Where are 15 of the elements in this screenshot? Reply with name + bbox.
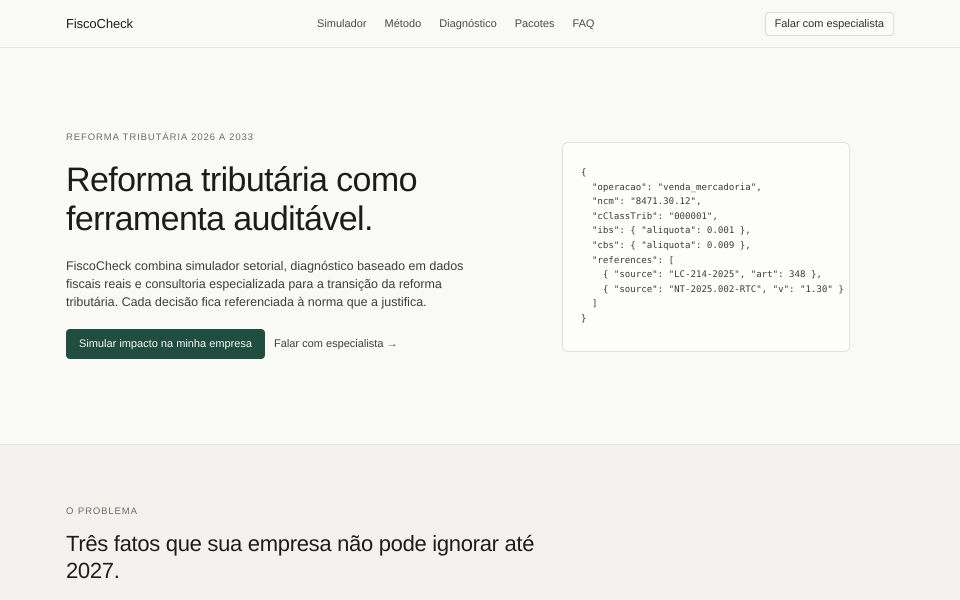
contact-link[interactable]: Falar com especialista → [274, 338, 398, 350]
section-heading: Três fatos que sua empresa não pode ignorar até 2027. [66, 530, 536, 584]
brand-logo[interactable]: FiscoCheck [66, 16, 133, 31]
hero-heading: Reforma tributária como ferramenta auditável. [66, 161, 418, 239]
code-snippet: { "operacao": "venda_mercadoria", "ncm": "8471.30.12", "cClassTrib": "000001", "ibs": { "aliquota": 0.001 }, "cbs": { "aliquota": 0.009 }, "references": [ { "source": "LC-214-2025", "art": 348 }, { "source": "NT-2025.002-RTC", "v": "1.30" } ] } [581, 167, 844, 326]
hero-description: FiscoCheck combina simulador setorial, diagnóstico baseado em dados fiscais reais e consultoria especializada para a transição da reforma tributária. Cada decisão fica referenciada à norma que a justifica. [66, 258, 464, 311]
contact-button[interactable]: Falar com especialista [764, 12, 894, 36]
nav-link[interactable]: Diagnóstico [439, 18, 497, 30]
nav-link[interactable]: Pacotes [514, 18, 554, 30]
section-eyebrow: O PROBLEMA [66, 506, 139, 518]
nav-link[interactable]: FAQ [572, 18, 594, 30]
simulate-button[interactable]: Simular impacto na minha empresa [66, 329, 265, 359]
section-eyebrow: REFORMA TRIBUTÁRIA 2026 A 2033 [66, 132, 255, 144]
nav-link[interactable]: Simulador [317, 18, 367, 30]
nav-link[interactable]: Método [384, 18, 422, 30]
